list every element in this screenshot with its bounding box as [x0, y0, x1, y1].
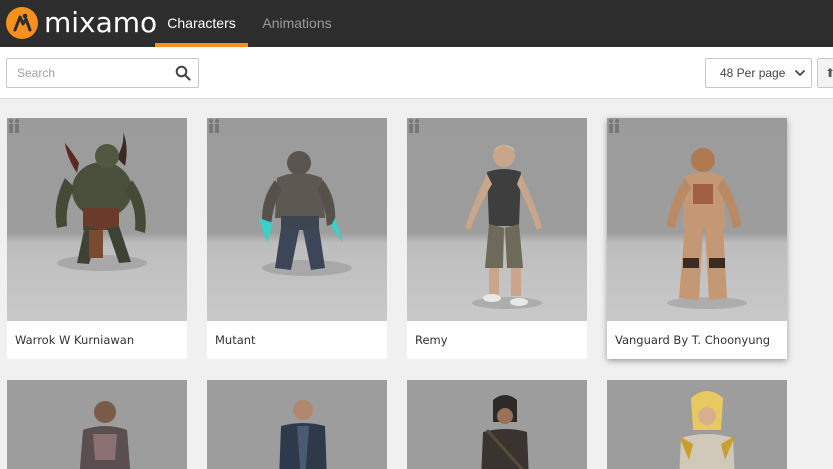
top-nav: mixamo Characters Animations — [0, 0, 833, 47]
character-figure-icon — [481, 395, 529, 469]
character-card[interactable] — [7, 380, 187, 469]
per-page-select[interactable]: 48 Per page — [705, 58, 812, 88]
character-thumbnail[interactable] — [607, 118, 787, 321]
rig-icon — [9, 119, 19, 133]
mixamo-logo-icon[interactable] — [6, 7, 38, 39]
rig-icon — [209, 119, 219, 133]
character-name: Mutant — [215, 333, 256, 347]
character-name: Vanguard By T. Choonyung — [615, 333, 771, 347]
character-card[interactable] — [407, 380, 587, 469]
tab-characters[interactable]: Characters — [155, 0, 248, 47]
character-card[interactable]: Vanguard By T. Choonyung — [607, 118, 787, 359]
character-card[interactable] — [607, 380, 787, 469]
character-card[interactable]: Warrok W Kurniawan — [7, 118, 187, 359]
rig-icon — [609, 119, 619, 133]
character-thumbnail[interactable] — [207, 380, 387, 469]
character-name: Remy — [415, 333, 448, 347]
character-thumbnail[interactable] — [407, 118, 587, 321]
character-thumbnail[interactable] — [207, 118, 387, 321]
brand-name[interactable]: mixamo — [44, 6, 157, 40]
character-thumbnail[interactable] — [7, 118, 187, 321]
search-box[interactable] — [6, 58, 199, 88]
character-card[interactable]: Mutant — [207, 118, 387, 359]
mutant-figure-icon — [259, 151, 352, 276]
tab-animations[interactable]: Animations — [252, 0, 342, 47]
vanguard-figure-icon — [667, 148, 747, 309]
per-page-value: 48 Per page — [720, 66, 786, 80]
upload-button[interactable]: ⬆ — [817, 58, 833, 88]
search-icon[interactable] — [175, 65, 191, 81]
search-input[interactable] — [7, 59, 167, 87]
character-thumbnail[interactable] — [607, 380, 787, 469]
character-thumbnail[interactable] — [407, 380, 587, 469]
character-name: Warrok W Kurniawan — [15, 333, 135, 347]
warrok-figure-icon — [55, 132, 147, 271]
remy-figure-icon — [465, 145, 542, 309]
rig-icon — [409, 119, 419, 133]
upload-icon: ⬆ — [825, 66, 833, 80]
character-card[interactable]: Remy — [407, 118, 587, 359]
character-figure-icon — [279, 400, 327, 469]
toolbar: 48 Per page ⬆ — [0, 47, 833, 99]
character-figure-icon — [79, 401, 131, 469]
character-thumbnail[interactable] — [7, 380, 187, 469]
character-figure-icon — [679, 391, 735, 469]
character-card[interactable] — [207, 380, 387, 469]
chevron-down-icon — [795, 70, 805, 76]
